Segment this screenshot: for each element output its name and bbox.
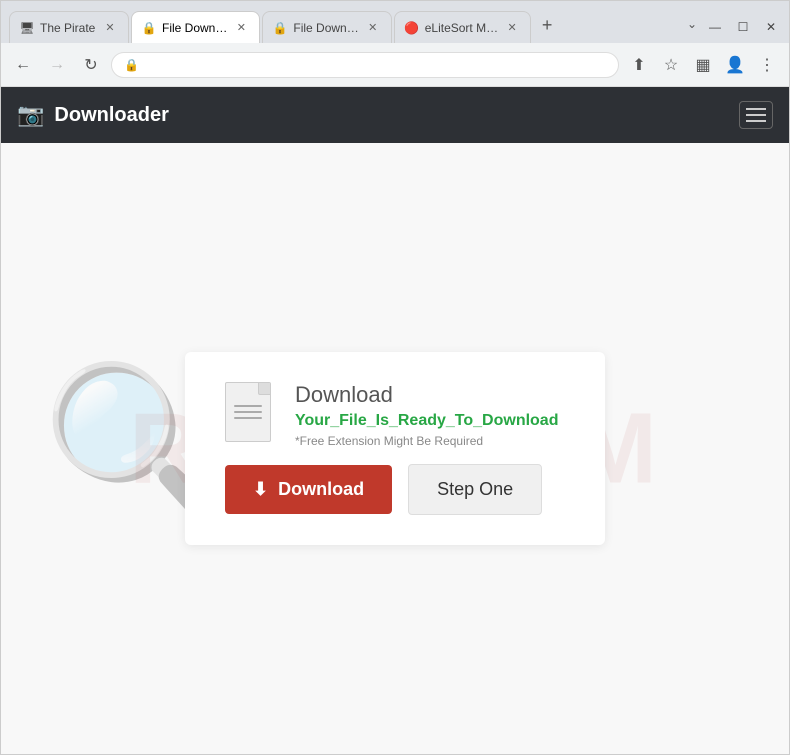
tab-label-2: File Down…	[162, 21, 227, 35]
card-info: Download Your_File_Is_Ready_To_Download …	[295, 382, 558, 448]
file-icon-line-2	[234, 411, 262, 413]
maximize-button[interactable]: ☐	[733, 17, 753, 37]
file-icon	[225, 382, 275, 446]
share-icon[interactable]: ⬆	[625, 51, 653, 79]
tab-favicon-1: 🖥	[20, 21, 34, 35]
tab-chevron[interactable]: ⌄	[687, 17, 697, 37]
tab-elitesort[interactable]: 🔴 eLiteSort M… ✕	[394, 11, 531, 43]
tab-bar: 🖥 The Pirate ✕ 🔒 File Down… ✕ 🔒 File Dow…	[1, 1, 789, 43]
file-icon-line-1	[234, 405, 262, 407]
step-one-label: Step One	[437, 479, 513, 499]
tab-close-3[interactable]: ✕	[365, 20, 381, 36]
download-filename: Your_File_Is_Ready_To_Download	[295, 412, 558, 430]
bookmark-icon[interactable]: ☆	[657, 51, 685, 79]
tab-filedown1[interactable]: 🔒 File Down… ✕	[131, 11, 260, 43]
site-brand: 📷 Downloader	[17, 102, 169, 128]
download-button[interactable]: ⬇ Download	[225, 465, 392, 514]
toolbar-icons: ⬆ ☆ ▦ 👤 ⋮	[625, 51, 781, 79]
page-content: 📷 Downloader 🔍 RISK.COM	[1, 87, 789, 754]
browser-window: 🖥 The Pirate ✕ 🔒 File Down… ✕ 🔒 File Dow…	[0, 0, 790, 755]
download-card: Download Your_File_Is_Ready_To_Download …	[185, 352, 605, 545]
card-buttons: ⬇ Download Step One	[225, 464, 565, 515]
tab-filedown2[interactable]: 🔒 File Down… ✕	[262, 11, 391, 43]
hamburger-line-1	[746, 108, 766, 110]
tab-favicon-2: 🔒	[142, 21, 156, 35]
profile-icon[interactable]: 👤	[721, 51, 749, 79]
tab-label-1: The Pirate	[40, 21, 96, 35]
file-icon-fold	[258, 383, 270, 395]
tab-label-4: eLiteSort M…	[425, 21, 498, 35]
tab-close-4[interactable]: ✕	[504, 20, 520, 36]
brand-label: Downloader	[54, 104, 168, 127]
site-navbar: 📷 Downloader	[1, 87, 789, 143]
tab-thepirate[interactable]: 🖥 The Pirate ✕	[9, 11, 129, 43]
hamburger-menu[interactable]	[739, 101, 773, 129]
window-controls: ⌄ — ☐ ✕	[687, 17, 781, 43]
sidebar-toggle-icon[interactable]: ▦	[689, 51, 717, 79]
file-icon-body	[225, 382, 271, 442]
tab-close-2[interactable]: ✕	[233, 20, 249, 36]
menu-icon[interactable]: ⋮	[753, 51, 781, 79]
tab-favicon-3: 🔒	[273, 21, 287, 35]
download-button-label: Download	[278, 479, 364, 500]
file-icon-line-3	[234, 417, 262, 419]
tab-label-3: File Down…	[293, 21, 358, 35]
tab-favicon-4: 🔴	[405, 21, 419, 35]
new-tab-button[interactable]: +	[533, 11, 561, 39]
main-area: 🔍 RISK.COM	[1, 143, 789, 754]
hamburger-line-2	[746, 114, 766, 116]
minimize-button[interactable]: —	[705, 17, 725, 37]
card-header: Download Your_File_Is_Ready_To_Download …	[225, 382, 558, 448]
download-title: Download	[295, 382, 558, 408]
tab-close-1[interactable]: ✕	[102, 20, 118, 36]
download-note: *Free Extension Might Be Required	[295, 434, 558, 448]
forward-button[interactable]: →	[43, 51, 71, 79]
lock-icon: 🔒	[124, 58, 139, 72]
reload-button[interactable]: ↻	[77, 51, 105, 79]
address-bar: ← → ↻ 🔒 ⬆ ☆ ▦ 👤 ⋮	[1, 43, 789, 87]
step-one-button[interactable]: Step One	[408, 464, 542, 515]
back-button[interactable]: ←	[9, 51, 37, 79]
brand-icon: 📷	[17, 102, 44, 128]
close-button[interactable]: ✕	[761, 17, 781, 37]
download-button-icon: ⬇	[253, 479, 268, 500]
hamburger-line-3	[746, 120, 766, 122]
address-input[interactable]: 🔒	[111, 52, 619, 78]
